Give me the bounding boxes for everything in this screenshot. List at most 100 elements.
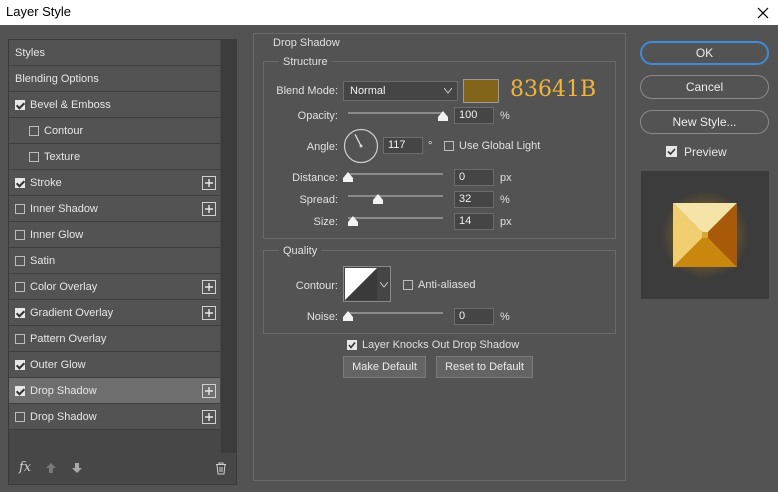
spread-slider-thumb[interactable]	[373, 194, 384, 204]
style-list-item-label: Styles	[15, 46, 45, 59]
style-enable-checkbox[interactable]	[29, 125, 39, 136]
size-slider-thumb[interactable]	[348, 216, 359, 226]
style-list-item[interactable]: Stroke	[9, 170, 220, 196]
style-list-item[interactable]: Drop Shadow	[9, 378, 220, 404]
styles-list: Styles Blending Options Bevel & Emboss Cont…	[9, 40, 220, 430]
style-enable-checkbox[interactable]	[15, 359, 25, 370]
chevron-down-icon	[380, 282, 388, 288]
style-list-item[interactable]: Styles	[9, 40, 220, 66]
style-enable-checkbox[interactable]	[15, 281, 25, 292]
knocks-out-checkbox[interactable]	[347, 340, 357, 350]
style-list-item[interactable]: Bevel & Emboss	[9, 92, 220, 118]
quality-title: Quality	[279, 245, 322, 257]
ok-button[interactable]: OK	[640, 41, 769, 65]
close-button[interactable]	[748, 0, 778, 25]
style-enable-checkbox[interactable]	[15, 411, 25, 422]
style-list-item-label: Outer Glow	[30, 358, 86, 371]
noise-slider-track[interactable]	[348, 312, 443, 314]
angle-unit: °	[428, 140, 433, 152]
style-list-item[interactable]: Pattern Overlay	[9, 326, 220, 352]
add-instance-button[interactable]	[202, 306, 216, 320]
chevron-down-icon	[444, 88, 452, 94]
size-unit: px	[500, 216, 512, 228]
add-effect-button[interactable]: fx	[19, 460, 31, 475]
knocks-out-label: Layer Knocks Out Drop Shadow	[362, 339, 520, 351]
anti-aliased-checkbox[interactable]	[403, 280, 413, 290]
add-instance-button[interactable]	[202, 202, 216, 216]
style-list-item[interactable]: Gradient Overlay	[9, 300, 220, 326]
add-instance-button[interactable]	[202, 410, 216, 424]
panel-title: Drop Shadow	[269, 37, 344, 49]
style-list-item-label: Blending Options	[15, 72, 99, 85]
spread-unit: %	[500, 194, 510, 206]
cancel-button[interactable]: Cancel	[640, 75, 769, 99]
noise-input[interactable]: 0	[454, 308, 494, 325]
spread-input[interactable]: 32	[454, 191, 494, 208]
style-list-item[interactable]: Contour	[9, 118, 220, 144]
style-list-item[interactable]: Satin	[9, 248, 220, 274]
styles-list-scrollbar[interactable]	[221, 40, 236, 453]
noise-label: Noise:	[306, 311, 338, 323]
distance-label: Distance:	[292, 172, 338, 184]
noise-slider-thumb[interactable]	[343, 311, 353, 321]
angle-input[interactable]: 117	[383, 137, 423, 154]
size-input[interactable]: 14	[454, 213, 494, 230]
preview-checkbox[interactable]	[666, 146, 677, 157]
style-list-item[interactable]: Inner Shadow	[9, 196, 220, 222]
noise-unit: %	[500, 311, 510, 323]
style-enable-checkbox[interactable]	[15, 229, 25, 240]
style-enable-checkbox[interactable]	[15, 99, 25, 110]
size-slider-track[interactable]	[348, 217, 443, 219]
window-title: Layer Style	[6, 4, 72, 19]
distance-input[interactable]: 0	[454, 169, 494, 186]
style-enable-checkbox[interactable]	[15, 307, 25, 318]
style-list-item[interactable]: Color Overlay	[9, 274, 220, 300]
plus-icon	[205, 413, 213, 421]
opacity-input[interactable]: 100	[454, 107, 494, 124]
style-enable-checkbox[interactable]	[15, 333, 25, 344]
distance-slider-thumb[interactable]	[343, 172, 353, 182]
add-instance-button[interactable]	[202, 176, 216, 190]
contour-picker[interactable]	[343, 266, 391, 302]
style-list-item[interactable]: Inner Glow	[9, 222, 220, 248]
opacity-slider-track[interactable]	[348, 112, 443, 114]
angle-label: Angle:	[306, 141, 338, 153]
style-list-item[interactable]: Blending Options	[9, 66, 220, 92]
new-style-button[interactable]: New Style...	[640, 110, 769, 134]
plus-icon	[205, 283, 213, 291]
distance-slider-track[interactable]	[348, 173, 443, 175]
make-default-button[interactable]: Make Default	[343, 356, 426, 378]
title-bar: Layer Style	[0, 0, 778, 25]
move-up-icon[interactable]	[45, 462, 57, 474]
style-enable-checkbox[interactable]	[15, 255, 25, 266]
style-enable-checkbox[interactable]	[15, 385, 25, 396]
add-instance-button[interactable]	[202, 280, 216, 294]
style-list-item-label: Pattern Overlay	[30, 332, 107, 345]
style-list-item[interactable]: Texture	[9, 144, 220, 170]
plus-icon	[205, 387, 213, 395]
checkmark-icon	[667, 148, 676, 156]
add-instance-button[interactable]	[202, 384, 216, 398]
style-enable-checkbox[interactable]	[29, 151, 39, 162]
blend-mode-select[interactable]: Normal	[343, 81, 458, 101]
use-global-light-checkbox[interactable]	[444, 141, 454, 151]
move-down-icon[interactable]	[71, 462, 83, 474]
style-enable-checkbox[interactable]	[15, 177, 25, 188]
opacity-slider-thumb[interactable]	[438, 111, 448, 121]
style-list-item[interactable]: Drop Shadow	[9, 404, 220, 430]
style-preview	[641, 171, 769, 299]
spread-label: Spread:	[299, 194, 338, 206]
shadow-color-swatch[interactable]	[463, 79, 499, 103]
reset-default-button[interactable]: Reset to Default	[436, 356, 533, 378]
style-list-item-label: Bevel & Emboss	[30, 98, 111, 111]
style-preview-swatch	[661, 191, 749, 279]
style-enable-checkbox[interactable]	[15, 203, 25, 214]
contour-label: Contour:	[295, 280, 338, 292]
spread-slider-track[interactable]	[348, 195, 443, 197]
style-list-item-label: Inner Shadow	[30, 202, 98, 215]
style-list-item[interactable]: Outer Glow	[9, 352, 220, 378]
angle-dial[interactable]	[343, 128, 379, 164]
trash-icon[interactable]	[215, 462, 227, 475]
plus-icon	[205, 179, 213, 187]
blend-mode-label: Blend Mode:	[276, 85, 338, 97]
